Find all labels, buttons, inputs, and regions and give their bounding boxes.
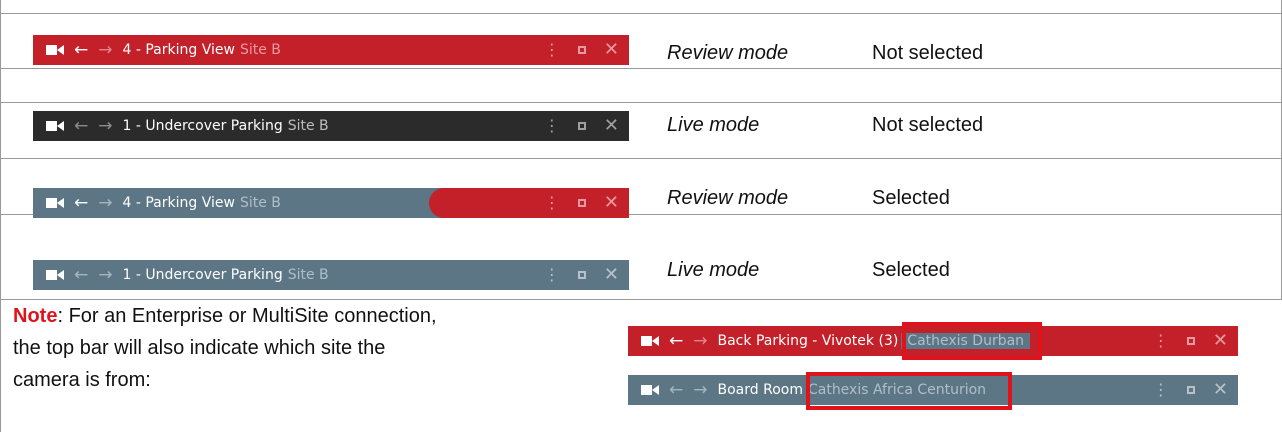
- camera-title: Board Room: [717, 382, 803, 398]
- vertical-dots-icon[interactable]: ⋮: [1153, 382, 1169, 398]
- maximize-icon[interactable]: [577, 46, 586, 54]
- camera-bar-live-selected[interactable]: ← → 1 - Undercover Parking Site B ⋮ ✕: [33, 260, 629, 290]
- arrow-right-icon[interactable]: →: [98, 194, 112, 212]
- camera-site: Site B: [287, 267, 329, 283]
- note-paragraph: Note: For an Enterprise or MultiSite con…: [13, 300, 443, 396]
- arrow-right-icon[interactable]: →: [693, 332, 707, 350]
- mode-label: Live mode: [667, 114, 760, 136]
- video-camera-icon: [46, 268, 64, 282]
- close-icon[interactable]: ✕: [604, 266, 619, 284]
- maximize-icon[interactable]: [1186, 386, 1195, 394]
- maximize-icon[interactable]: [577, 199, 586, 207]
- comparison-table: ← → 4 - Parking View Site B ⋮ ✕ Review m…: [0, 0, 1282, 432]
- vertical-dots-icon[interactable]: ⋮: [544, 195, 560, 211]
- maximize-icon[interactable]: [1186, 337, 1195, 345]
- arrow-left-icon[interactable]: ←: [74, 266, 88, 284]
- camera-title: 4 - Parking View: [122, 42, 235, 58]
- camera-title: Back Parking - Vivotek (3): [717, 333, 899, 349]
- video-camera-icon: [641, 334, 659, 348]
- close-icon[interactable]: ✕: [1213, 381, 1228, 399]
- close-icon[interactable]: ✕: [604, 117, 619, 135]
- camera-title: 4 - Parking View: [122, 195, 235, 211]
- close-icon[interactable]: ✕: [604, 41, 619, 59]
- maximize-icon[interactable]: [577, 122, 586, 130]
- mode-label: Review mode: [667, 187, 789, 209]
- vertical-dots-icon[interactable]: ⋮: [544, 42, 560, 58]
- arrow-right-icon[interactable]: →: [98, 117, 112, 135]
- table-border: [0, 0, 1, 432]
- vertical-dots-icon[interactable]: ⋮: [1153, 333, 1169, 349]
- video-camera-icon: [641, 383, 659, 397]
- camera-title: 1 - Undercover Parking: [122, 118, 283, 134]
- table-border: [0, 158, 1282, 159]
- arrow-right-icon[interactable]: →: [98, 41, 112, 59]
- mode-label: Live mode: [667, 259, 760, 281]
- status-label: Selected: [872, 259, 950, 281]
- close-icon[interactable]: ✕: [604, 194, 619, 212]
- table-border: [0, 68, 1282, 69]
- arrow-right-icon[interactable]: →: [693, 381, 707, 399]
- arrow-left-icon[interactable]: ←: [74, 41, 88, 59]
- camera-bar-live-unselected[interactable]: ← → 1 - Undercover Parking Site B ⋮ ✕: [33, 111, 629, 141]
- mode-label: Review mode: [667, 42, 789, 64]
- arrow-left-icon[interactable]: ←: [74, 194, 88, 212]
- camera-title: 1 - Undercover Parking: [122, 267, 283, 283]
- maximize-icon[interactable]: [577, 271, 586, 279]
- note-label: Note: [13, 305, 58, 327]
- vertical-dots-icon[interactable]: ⋮: [544, 118, 560, 134]
- status-label: Selected: [872, 187, 950, 209]
- arrow-left-icon[interactable]: ←: [669, 381, 683, 399]
- vertical-dots-icon[interactable]: ⋮: [544, 267, 560, 283]
- video-camera-icon: [46, 119, 64, 133]
- close-icon[interactable]: ✕: [1213, 332, 1228, 350]
- video-camera-icon: [46, 196, 64, 210]
- video-camera-icon: [46, 43, 64, 57]
- camera-site: Site B: [239, 42, 281, 58]
- note-text: : For an Enterprise or MultiSite connect…: [13, 305, 437, 391]
- site-highlight-box: [902, 322, 1042, 360]
- arrow-left-icon[interactable]: ←: [669, 332, 683, 350]
- camera-bar-review-selected[interactable]: ← → 4 - Parking View Site B ⋮ ✕: [33, 188, 629, 218]
- arrow-left-icon[interactable]: ←: [74, 117, 88, 135]
- table-border: [0, 13, 1282, 14]
- table-border: [0, 102, 1282, 103]
- camera-site: Site B: [287, 118, 329, 134]
- status-label: Not selected: [872, 114, 984, 136]
- arrow-right-icon[interactable]: →: [98, 266, 112, 284]
- camera-bar-review-unselected[interactable]: ← → 4 - Parking View Site B ⋮ ✕: [33, 35, 629, 65]
- status-label: Not selected: [872, 42, 984, 64]
- camera-site: Site B: [239, 195, 281, 211]
- site-highlight-box: [806, 372, 1012, 410]
